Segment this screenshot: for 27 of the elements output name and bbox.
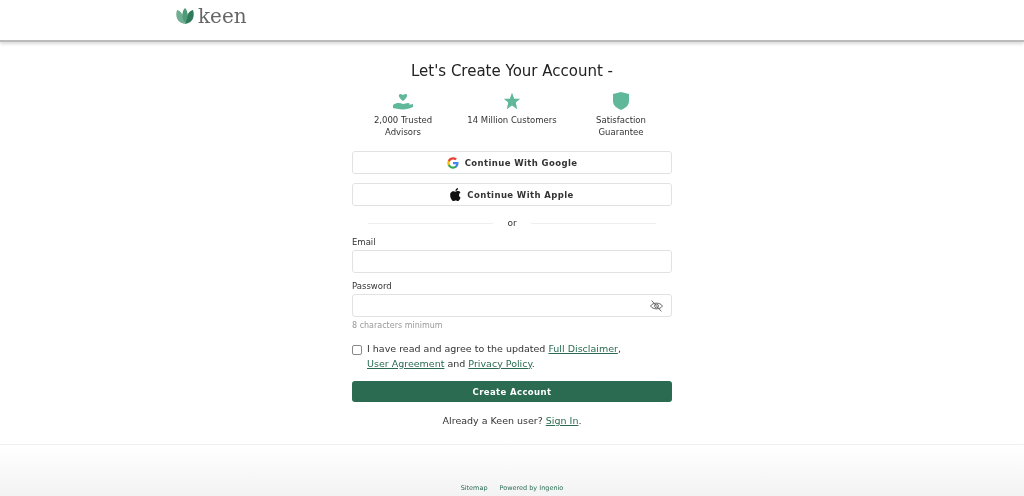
feature-label: 14 Million Customers (467, 114, 557, 126)
password-field[interactable] (352, 294, 672, 317)
apple-icon (450, 188, 462, 201)
hand-heart-icon (392, 92, 414, 110)
sign-in-prompt: Already a Keen user? Sign In. (441, 415, 583, 426)
eye-off-icon[interactable] (650, 299, 663, 312)
leaf-logo-icon (174, 7, 196, 25)
policy-link[interactable]: User Agreement (367, 357, 445, 369)
email-field[interactable] (352, 250, 672, 273)
google-sign-in-button[interactable]: Continue With Google (352, 151, 672, 174)
policy-link[interactable]: Privacy Policy (468, 357, 532, 369)
create-account-button[interactable]: Create Account (352, 381, 672, 402)
policy-link[interactable]: Full Disclaimer (548, 343, 618, 354)
field-label: Password (352, 281, 393, 291)
feature-label: 2,000 Trusted Advisors (372, 114, 434, 138)
shield-icon (613, 92, 629, 110)
agreement-checkbox[interactable] (352, 345, 362, 355)
field-label: Email (352, 237, 377, 247)
field-hint: 8 characters minimum (352, 321, 444, 330)
agreement-text: I have read and agree to the updated Full Disclaimer, User Agreement and Privacy Policy. (367, 342, 622, 371)
logo-text[interactable]: keen (198, 5, 247, 27)
google-g-icon (446, 156, 459, 169)
divider-label: or (507, 218, 517, 228)
page-title: Let's Create Your Account - (409, 62, 615, 80)
star-icon (503, 92, 521, 110)
feature-label: Satisfaction Guarantee (595, 114, 647, 138)
apple-sign-in-button[interactable]: Continue With Apple (352, 183, 672, 206)
